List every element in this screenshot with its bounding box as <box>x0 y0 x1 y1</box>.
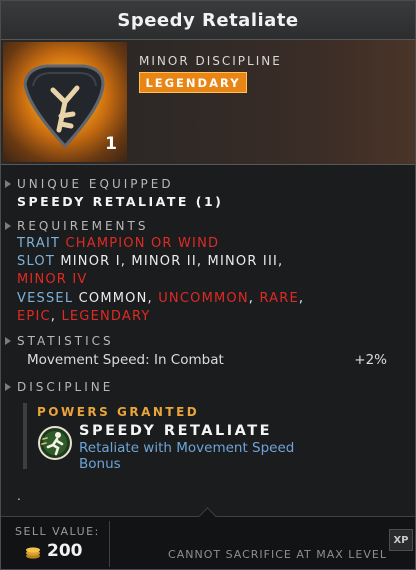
requirement-vessel: VESSEL COMMON, UNCOMMON, RARE, <box>17 291 305 306</box>
vessel-label: VESSEL <box>17 291 74 306</box>
sacrifice-note: CANNOT SACRIFICE AT MAX LEVEL <box>168 548 387 561</box>
trait-label: TRAIT <box>17 236 61 251</box>
sell-value: 200 <box>47 541 83 561</box>
sell-value-label: SELL VALUE: <box>15 525 100 538</box>
slot-values-2: MINOR IV <box>17 272 88 287</box>
vessel-epic: EPIC <box>17 309 51 324</box>
requirement-trait: TRAIT CHAMPION OR WIND <box>17 236 219 251</box>
item-title: Speedy Retaliate <box>117 9 299 31</box>
vessel-rare: RARE <box>259 291 299 306</box>
slot-label: SLOT <box>17 254 56 269</box>
power-description: Retaliate with Movement Speed Bonus <box>79 440 295 472</box>
unique-equipped-heading: UNIQUE EQUIPPED <box>5 177 174 191</box>
requirements-heading: REQUIREMENTS <box>4 219 149 233</box>
discipline-bar <box>23 403 27 469</box>
xp-badge: XP <box>389 529 413 551</box>
footer: SELL VALUE: 200 CANNOT SACRIFICE AT MAX … <box>1 507 415 569</box>
vessel-uncommon: UNCOMMON <box>158 291 249 306</box>
discipline-heading: DISCIPLINE <box>4 380 114 394</box>
stat-label: Movement Speed: In Combat <box>27 352 224 368</box>
item-header: 1 MINOR DISCIPLINE LEGENDARY <box>1 40 415 165</box>
power-name: SPEEDY RETALIATE <box>79 423 272 439</box>
stat-value: +2% <box>354 352 387 368</box>
item-count: 1 <box>105 134 117 154</box>
powers-granted-heading: POWERS GRANTED <box>37 405 200 419</box>
requirement-vessel-cont: EPIC, LEGENDARY <box>17 309 151 324</box>
rarity-badge: LEGENDARY <box>139 72 247 93</box>
vessel-common: COMMON <box>78 291 148 306</box>
title-bar: Speedy Retaliate <box>1 1 415 40</box>
statistics-heading: STATISTICS <box>5 334 114 348</box>
vessel-legendary: LEGENDARY <box>61 309 151 324</box>
running-figure-icon <box>38 426 72 460</box>
unique-equipped-value: SPEEDY RETALIATE (1) <box>17 194 224 209</box>
slot-values: MINOR I, MINOR II, MINOR III, <box>60 254 284 269</box>
requirement-slot: SLOT MINOR I, MINOR II, MINOR III, <box>17 254 283 269</box>
requirement-slot-cont: MINOR IV <box>17 272 88 287</box>
item-type: MINOR DISCIPLINE <box>139 54 282 68</box>
item-tooltip: Speedy Retaliate 1 MINOR DISCIPLINE LEGE… <box>0 0 416 570</box>
trailing-dot: . <box>17 489 21 503</box>
item-icon-frame: 1 <box>3 42 127 162</box>
gold-coins-icon <box>26 547 40 559</box>
trait-value: CHAMPION OR WIND <box>65 236 220 251</box>
footer-divider <box>109 521 110 567</box>
footer-notch <box>198 507 217 526</box>
stat-row: Movement Speed: In Combat +2% <box>27 352 387 368</box>
